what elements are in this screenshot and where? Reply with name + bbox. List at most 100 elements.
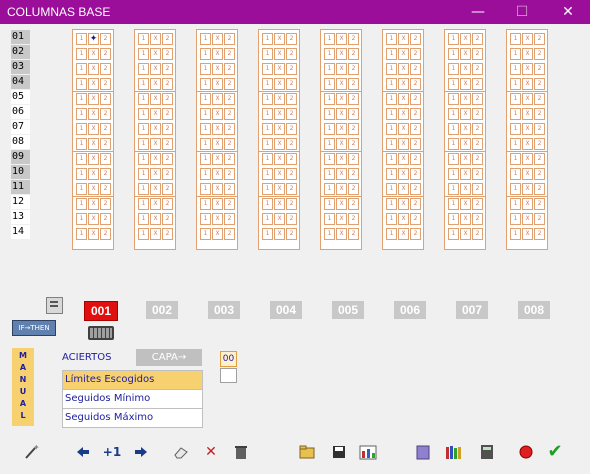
cell[interactable]: 1	[138, 48, 149, 60]
cell[interactable]: X	[88, 168, 99, 180]
maximize-button[interactable]: ☐	[500, 0, 544, 24]
cell[interactable]: X	[336, 108, 347, 120]
cell[interactable]: X	[336, 138, 347, 150]
cell[interactable]: 1	[510, 93, 521, 105]
cell[interactable]: 1	[200, 108, 211, 120]
cell[interactable]: 1	[138, 168, 149, 180]
cell[interactable]: 2	[348, 33, 359, 45]
cell[interactable]: 1	[138, 63, 149, 75]
cell[interactable]: 2	[100, 228, 111, 240]
if-then-button[interactable]: IF→THEN	[12, 320, 56, 336]
cell[interactable]: 1	[386, 108, 397, 120]
step-button[interactable]: +1	[102, 443, 122, 461]
cell[interactable]: X	[522, 213, 533, 225]
cell[interactable]: 2	[534, 33, 545, 45]
cell[interactable]: 1	[76, 198, 87, 210]
cell[interactable]: 1	[510, 198, 521, 210]
cell[interactable]: 2	[100, 138, 111, 150]
cell[interactable]: X	[88, 153, 99, 165]
cell[interactable]: 2	[472, 183, 483, 195]
column-number-button[interactable]: 005	[332, 301, 364, 319]
cell[interactable]: X	[460, 48, 471, 60]
cell[interactable]: 1	[76, 123, 87, 135]
cell[interactable]: 2	[162, 48, 173, 60]
cell[interactable]: 1	[262, 213, 273, 225]
cell[interactable]: 2	[472, 48, 483, 60]
cell[interactable]: X	[274, 183, 285, 195]
cell[interactable]: 2	[410, 93, 421, 105]
cell[interactable]: 1	[386, 138, 397, 150]
check-icon[interactable]: ✔	[546, 443, 564, 461]
cell[interactable]: 1	[510, 33, 521, 45]
cell[interactable]: 2	[286, 33, 297, 45]
cell[interactable]: X	[336, 48, 347, 60]
cell[interactable]: 2	[286, 78, 297, 90]
cell[interactable]: 1	[448, 33, 459, 45]
cell[interactable]: X	[88, 183, 99, 195]
cell[interactable]: 1	[200, 153, 211, 165]
cell[interactable]: X	[460, 153, 471, 165]
cell[interactable]: 2	[410, 153, 421, 165]
cell[interactable]: 1	[386, 213, 397, 225]
cell[interactable]: X	[336, 78, 347, 90]
cell[interactable]: X	[212, 213, 223, 225]
cell[interactable]: X	[336, 33, 347, 45]
cell[interactable]: 2	[410, 63, 421, 75]
cell[interactable]: 2	[224, 48, 235, 60]
cell[interactable]: X	[460, 93, 471, 105]
arrow-right-icon[interactable]	[132, 443, 150, 461]
cell[interactable]: 2	[224, 183, 235, 195]
cell[interactable]: X	[212, 183, 223, 195]
cell[interactable]: 2	[162, 93, 173, 105]
cell[interactable]: 2	[286, 93, 297, 105]
cell[interactable]: 1	[138, 183, 149, 195]
cell[interactable]: 2	[534, 63, 545, 75]
cell[interactable]: X	[150, 123, 161, 135]
cell[interactable]: 2	[348, 198, 359, 210]
cell[interactable]: 1	[200, 168, 211, 180]
cell[interactable]: 1	[76, 63, 87, 75]
cell[interactable]: X	[274, 138, 285, 150]
cell[interactable]: X	[460, 63, 471, 75]
stats-icon[interactable]	[358, 443, 377, 461]
cell[interactable]: X	[150, 198, 161, 210]
cell[interactable]: 2	[410, 123, 421, 135]
cell[interactable]: X	[522, 198, 533, 210]
cell[interactable]: X	[274, 93, 285, 105]
cell[interactable]: 1	[262, 63, 273, 75]
cell[interactable]: 2	[100, 213, 111, 225]
cell[interactable]: X	[212, 123, 223, 135]
cell[interactable]: 2	[162, 183, 173, 195]
column-number-button[interactable]: 001	[84, 301, 118, 321]
cell[interactable]: 1	[200, 33, 211, 45]
cell[interactable]: 1	[324, 228, 335, 240]
cell[interactable]: X	[212, 138, 223, 150]
cell[interactable]: X	[150, 153, 161, 165]
cell[interactable]: 2	[534, 123, 545, 135]
cell[interactable]: X	[274, 168, 285, 180]
cell[interactable]: X	[212, 63, 223, 75]
cell[interactable]: 2	[348, 183, 359, 195]
cell[interactable]: 1	[324, 123, 335, 135]
cell[interactable]: ✦	[88, 33, 99, 45]
cell[interactable]: 2	[162, 153, 173, 165]
option-box[interactable]	[220, 368, 237, 383]
cell[interactable]: 1	[386, 33, 397, 45]
cell[interactable]: X	[522, 108, 533, 120]
cell[interactable]: 1	[386, 48, 397, 60]
cell[interactable]: 1	[510, 183, 521, 195]
trash-icon[interactable]	[232, 443, 250, 461]
cell[interactable]: 2	[472, 198, 483, 210]
cell[interactable]: 2	[286, 168, 297, 180]
cell[interactable]: 1	[262, 123, 273, 135]
cell[interactable]: X	[398, 33, 409, 45]
cell[interactable]: 2	[410, 198, 421, 210]
cell[interactable]: 2	[100, 183, 111, 195]
cell[interactable]: X	[398, 198, 409, 210]
cell[interactable]: X	[88, 93, 99, 105]
cell[interactable]: 2	[224, 138, 235, 150]
cell[interactable]: 2	[472, 108, 483, 120]
column-number-button[interactable]: 007	[456, 301, 488, 319]
cell[interactable]: 2	[472, 63, 483, 75]
cell[interactable]: X	[522, 63, 533, 75]
